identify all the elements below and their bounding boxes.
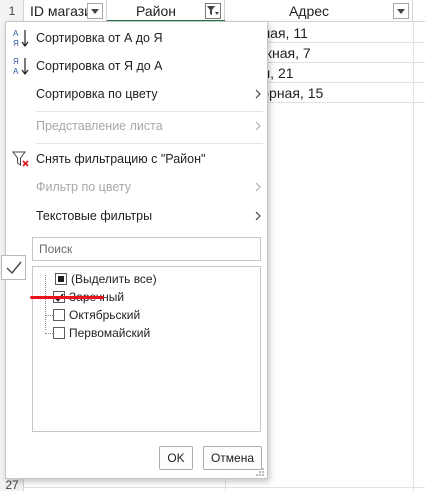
chevron-down-icon: [91, 8, 99, 14]
filter-values-list[interactable]: (Выделить все) Заречный Октябрьский Перв…: [32, 266, 261, 432]
filter-active-button[interactable]: [205, 3, 221, 19]
gridline: [413, 22, 414, 491]
sort-desc-icon: Я A: [6, 53, 36, 79]
sort-asc-icon: A Я: [6, 25, 36, 51]
menu-sort-by-color[interactable]: Сортировка по цвету: [6, 81, 267, 107]
checkbox-unchecked[interactable]: [53, 309, 65, 321]
column-header-address[interactable]: Адрес: [225, 0, 413, 22]
svg-text:Я: Я: [13, 57, 19, 66]
cancel-button[interactable]: Отмена: [203, 446, 262, 470]
menu-clear-filter[interactable]: Снять фильтрацию с "Район": [6, 146, 267, 172]
menu-sort-desc[interactable]: Я A Сортировка от Я до А: [6, 53, 267, 79]
chevron-right-icon: [249, 89, 267, 99]
resize-grip-icon[interactable]: [255, 466, 265, 476]
menu-label: Фильтр по цвету: [36, 180, 131, 194]
svg-text:A: A: [13, 67, 19, 76]
chevron-right-icon: [249, 121, 267, 131]
filter-value-label: (Выделить все): [71, 272, 157, 286]
chevron-right-icon: [249, 211, 267, 221]
filter-dropdown-button[interactable]: [87, 3, 103, 19]
menu-sheet-view[interactable]: Представление листа: [6, 113, 267, 139]
filter-dropdown-button[interactable]: [393, 3, 409, 19]
checkmark-icon: [1, 255, 26, 280]
search-input[interactable]: [32, 237, 261, 261]
menu-separator: [36, 143, 263, 144]
menu-label: Текстовые фильтры: [36, 209, 153, 223]
gridline: [24, 487, 425, 488]
annotation-underline: [30, 296, 104, 299]
menu-separator: [36, 111, 263, 112]
filter-applied-icon: [207, 5, 219, 15]
menu-filter-by-color[interactable]: Фильтр по цвету: [6, 174, 267, 200]
filter-value-label: Первомайский: [69, 326, 151, 340]
checkbox-partial[interactable]: [55, 273, 67, 285]
row-number-1: 1: [8, 4, 16, 18]
clear-filter-icon: [6, 146, 36, 172]
filter-value-item[interactable]: Первомайский: [33, 324, 150, 342]
ok-button[interactable]: OK: [159, 446, 193, 470]
svg-text:A: A: [13, 29, 19, 38]
menu-sort-asc[interactable]: A Я Сортировка от А до Я: [6, 25, 267, 51]
menu-label: Представление листа: [36, 119, 163, 133]
column-header-label: Адрес: [288, 3, 330, 19]
menu-label: Сортировка от Я до А: [36, 59, 163, 73]
menu-text-filters[interactable]: Текстовые фильтры: [6, 203, 267, 229]
svg-text:Я: Я: [13, 39, 19, 48]
autofilter-dropdown: A Я Сортировка от А до Я Я A Сортировка …: [1, 21, 268, 479]
menu-label: Сортировка от А до Я: [36, 31, 163, 45]
column-header-district[interactable]: Район: [107, 0, 225, 22]
checkbox-unchecked[interactable]: [53, 327, 65, 339]
row-number-27: 27: [5, 478, 19, 492]
chevron-right-icon: [249, 182, 267, 192]
menu-label: Снять фильтрацию с "Район": [36, 152, 206, 166]
chevron-down-icon: [397, 8, 405, 14]
column-header-label: ID магазина: [30, 3, 87, 19]
menu-label: Сортировка по цвету: [36, 87, 158, 101]
filter-value-select-all[interactable]: (Выделить все): [55, 270, 157, 288]
column-header-id[interactable]: ID магазина: [24, 0, 107, 22]
filter-value-item[interactable]: Октябрьский: [33, 306, 140, 324]
filter-value-label: Октябрьский: [69, 308, 141, 322]
column-header-label: Район: [136, 3, 176, 19]
